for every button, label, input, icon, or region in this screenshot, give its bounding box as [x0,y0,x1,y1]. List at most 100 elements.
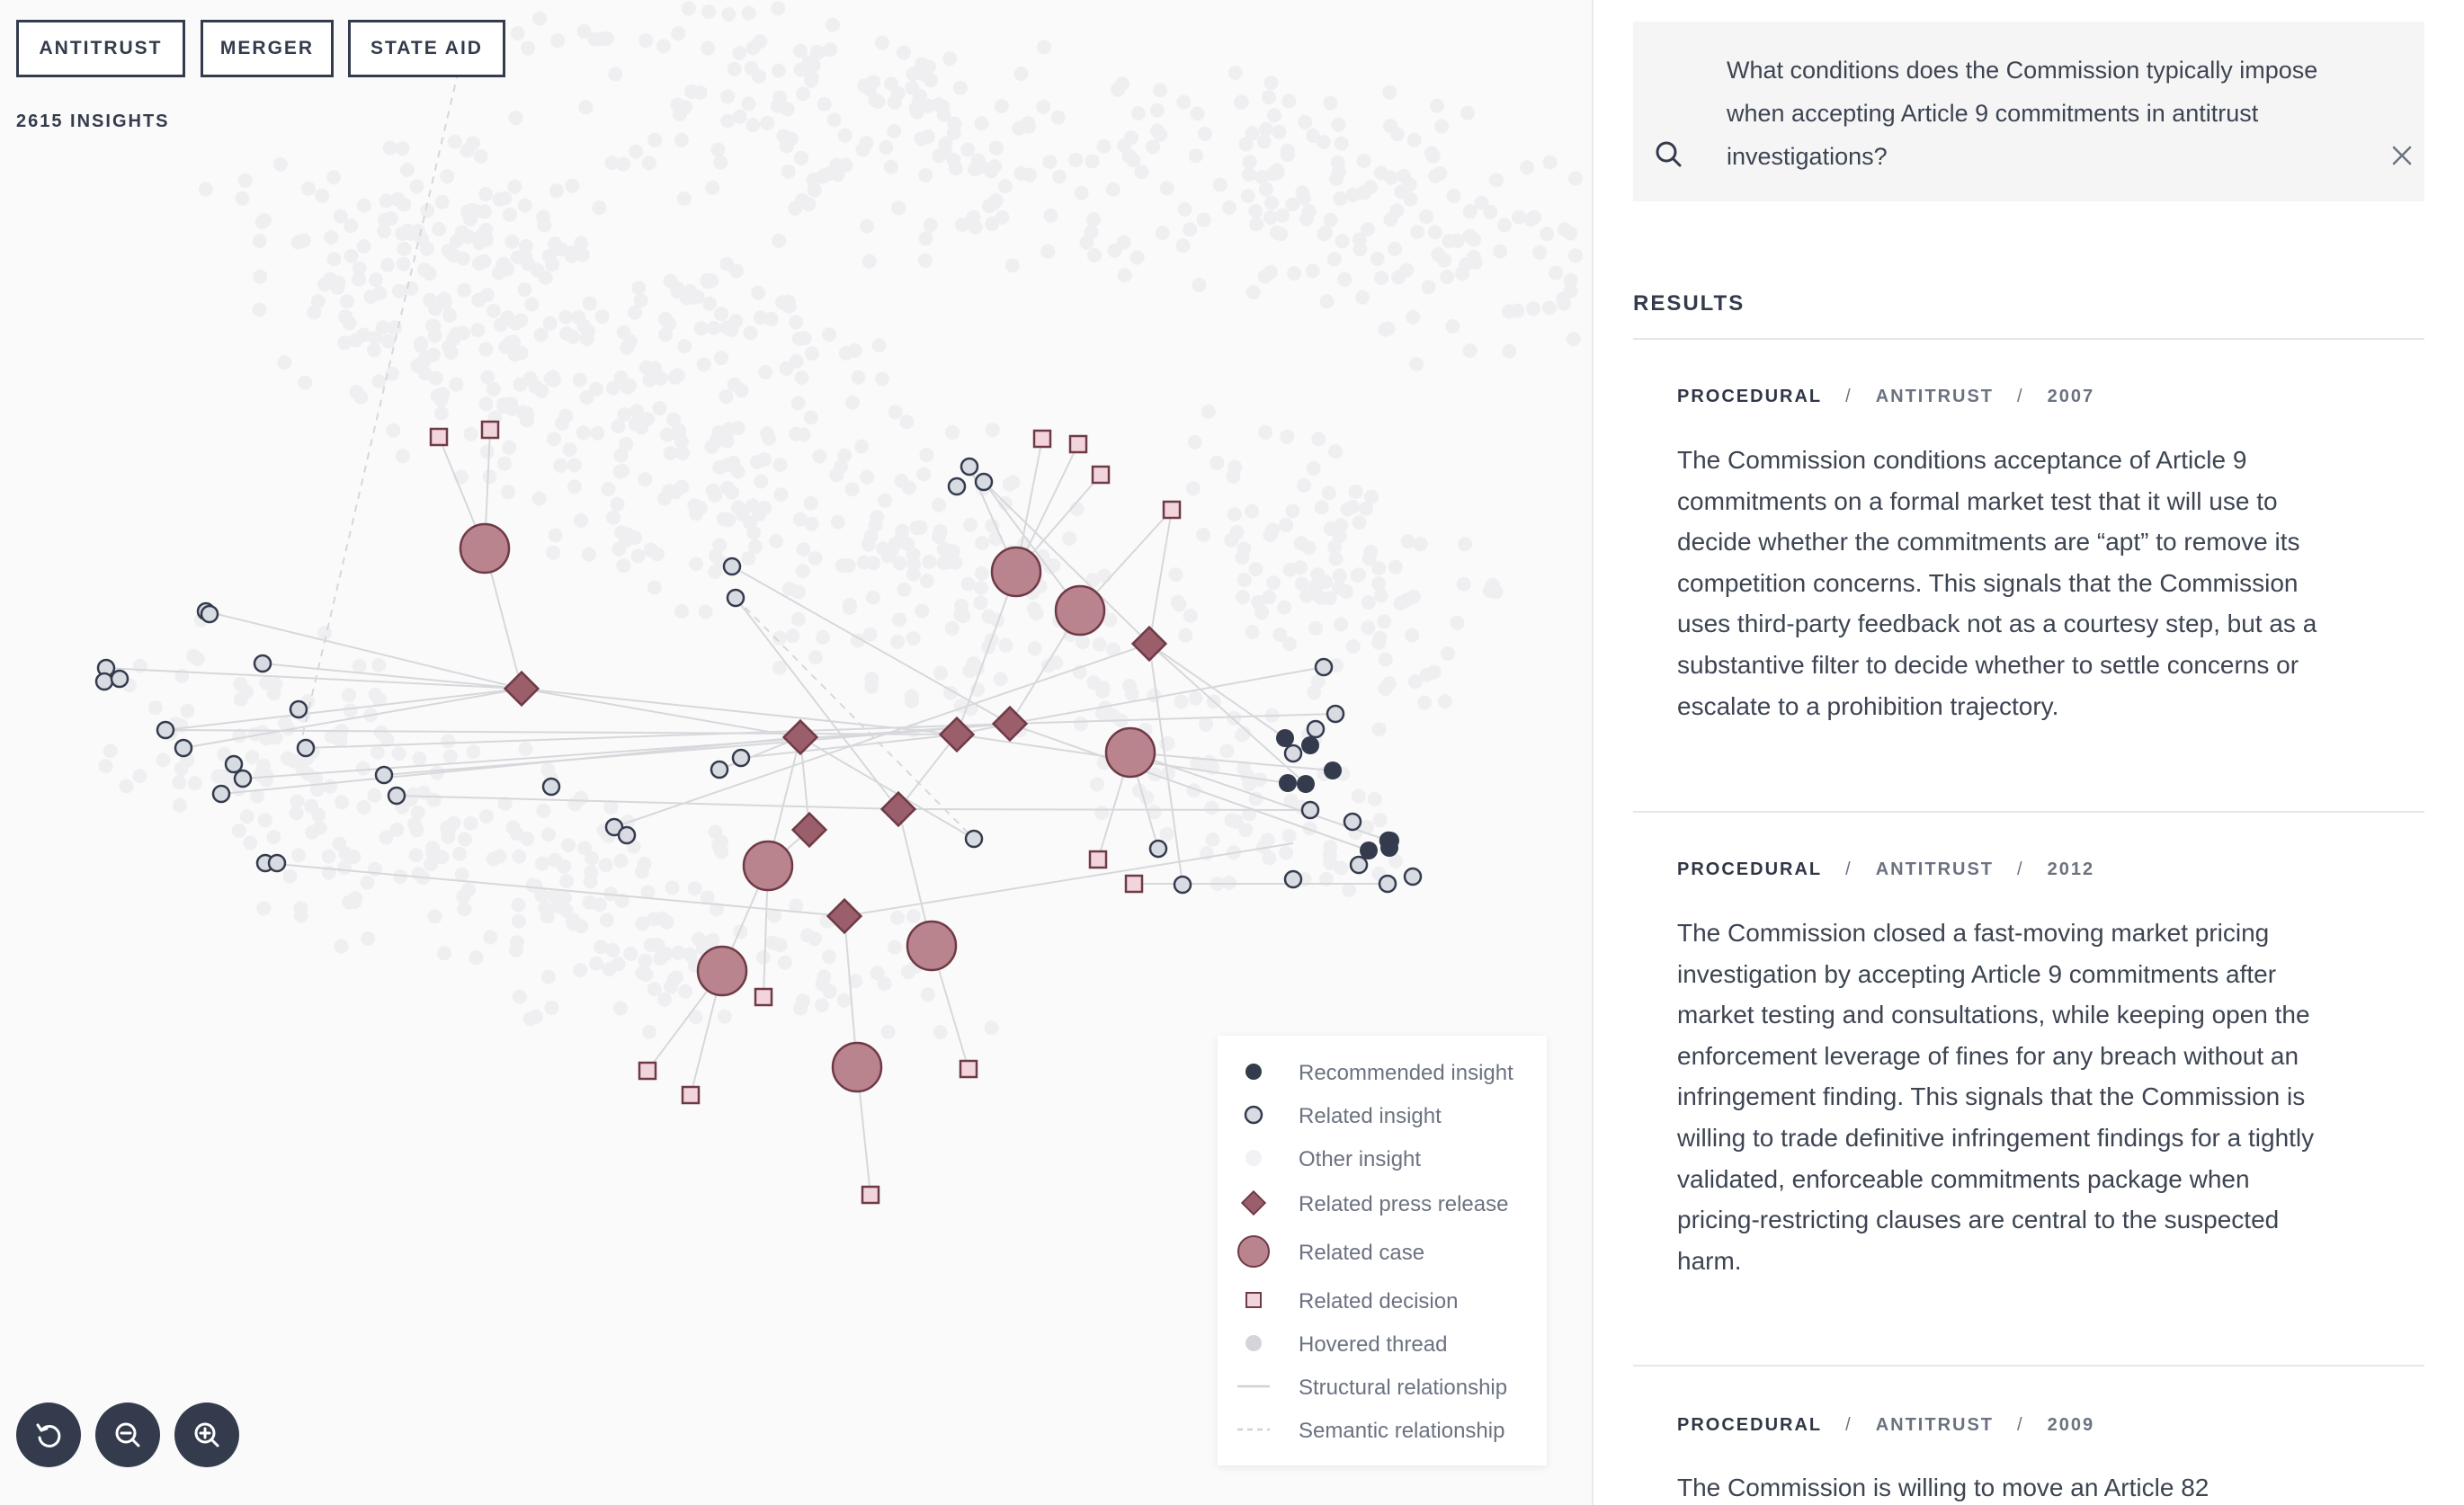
other-insight-dot[interactable] [1334,136,1349,151]
other-insight-dot[interactable] [593,31,608,47]
other-insight-dot[interactable] [794,192,809,208]
related-insight-node[interactable] [296,738,316,758]
related-insight-node[interactable] [267,853,287,873]
other-insight-dot[interactable] [1512,209,1527,225]
other-insight-dot[interactable] [794,370,809,385]
other-insight-dot[interactable] [1400,534,1415,549]
other-insight-dot[interactable] [638,33,654,49]
other-insight-dot[interactable] [1318,225,1333,240]
recommended-insight-node[interactable] [1380,839,1398,857]
other-insight-dot[interactable] [700,274,715,289]
other-insight-dot[interactable] [1370,251,1385,266]
other-insight-dot[interactable] [1096,138,1111,154]
other-insight-dot[interactable] [1177,201,1192,217]
other-insight-dot[interactable] [463,426,478,441]
other-insight-dot[interactable] [1359,502,1374,516]
other-insight-dot[interactable] [770,98,785,113]
other-insight-dot[interactable] [386,423,401,438]
related-insight-node[interactable] [960,457,979,476]
other-insight-dot[interactable] [891,200,906,216]
other-insight-dot[interactable] [1417,695,1433,710]
other-insight-dot[interactable] [471,292,487,307]
other-insight-dot[interactable] [906,67,921,82]
other-insight-dot[interactable] [760,115,775,130]
other-insight-dot[interactable] [953,80,968,95]
other-insight-dot[interactable] [1192,277,1207,292]
other-insight-dot[interactable] [616,156,631,172]
other-insight-dot[interactable] [803,410,818,425]
other-insight-dot[interactable] [892,612,907,628]
press-release-node[interactable] [781,718,819,756]
other-insight-dot[interactable] [733,924,748,940]
other-insight-dot[interactable] [906,557,921,572]
other-insight-dot[interactable] [657,491,672,506]
other-insight-dot[interactable] [360,875,375,890]
other-insight-dot[interactable] [508,111,523,126]
other-insight-dot[interactable] [1085,154,1100,169]
other-insight-dot[interactable] [407,816,422,832]
other-insight-dot[interactable] [1254,169,1270,184]
other-insight-dot[interactable] [323,779,338,794]
other-insight-dot[interactable] [769,533,784,548]
other-insight-dot[interactable] [711,425,727,440]
other-insight-dot[interactable] [1440,269,1455,284]
other-insight-dot[interactable] [1323,212,1338,227]
other-insight-dot[interactable] [1456,576,1471,592]
other-insight-dot[interactable] [1373,588,1388,603]
other-insight-dot[interactable] [381,334,396,349]
other-insight-dot[interactable] [901,480,916,495]
other-insight-dot[interactable] [620,340,635,355]
other-insight-dot[interactable] [1406,309,1421,325]
other-insight-dot[interactable] [948,161,963,176]
other-insight-dot[interactable] [1270,226,1284,240]
other-insight-dot[interactable] [1406,132,1422,147]
other-insight-dot[interactable] [547,888,562,904]
related-insight-node[interactable] [94,672,114,691]
other-insight-dot[interactable] [887,123,902,138]
other-insight-dot[interactable] [730,421,745,436]
other-insight-dot[interactable] [515,405,531,420]
other-insight-dot[interactable] [619,437,634,451]
other-insight-dot[interactable] [1293,536,1308,551]
other-insight-dot[interactable] [671,26,686,41]
other-insight-dot[interactable] [650,938,665,952]
other-insight-dot[interactable] [518,742,533,756]
other-insight-dot[interactable] [790,396,806,411]
other-insight-dot[interactable] [741,5,756,21]
other-insight-dot[interactable] [1282,637,1297,652]
other-insight-dot[interactable] [1348,485,1363,499]
other-insight-dot[interactable] [777,955,792,970]
other-insight-dot[interactable] [656,39,671,54]
other-insight-dot[interactable] [1196,212,1211,227]
filter-state-aid-button[interactable]: STATE AID [348,20,505,77]
other-insight-dot[interactable] [548,528,563,543]
other-insight-dot[interactable] [1245,625,1260,640]
other-insight-dot[interactable] [1272,124,1287,139]
other-insight-dot[interactable] [641,156,656,171]
other-insight-dot[interactable] [915,603,930,619]
other-insight-dot[interactable] [642,1024,656,1039]
other-insight-dot[interactable] [1333,191,1348,206]
other-insight-dot[interactable] [1052,169,1067,184]
other-insight-dot[interactable] [1149,102,1165,118]
other-insight-dot[interactable] [332,836,347,851]
other-insight-dot[interactable] [480,370,495,385]
other-insight-dot[interactable] [1245,285,1261,300]
other-insight-dot[interactable] [1190,106,1205,121]
other-insight-dot[interactable] [524,297,540,312]
other-insight-dot[interactable] [683,947,698,962]
other-insight-dot[interactable] [862,627,878,642]
other-insight-dot[interactable] [1540,227,1555,242]
other-insight-dot[interactable] [497,191,513,206]
other-insight-dot[interactable] [411,223,426,238]
other-insight-dot[interactable] [659,914,674,930]
other-insight-dot[interactable] [1068,152,1084,167]
other-insight-dot[interactable] [1405,628,1420,643]
other-insight-dot[interactable] [906,909,921,923]
other-insight-dot[interactable] [789,315,804,330]
other-insight-dot[interactable] [1264,195,1279,210]
other-insight-dot[interactable] [923,218,938,233]
other-insight-dot[interactable] [842,597,857,612]
other-insight-dot[interactable] [589,956,604,971]
other-insight-dot[interactable] [1566,332,1581,346]
